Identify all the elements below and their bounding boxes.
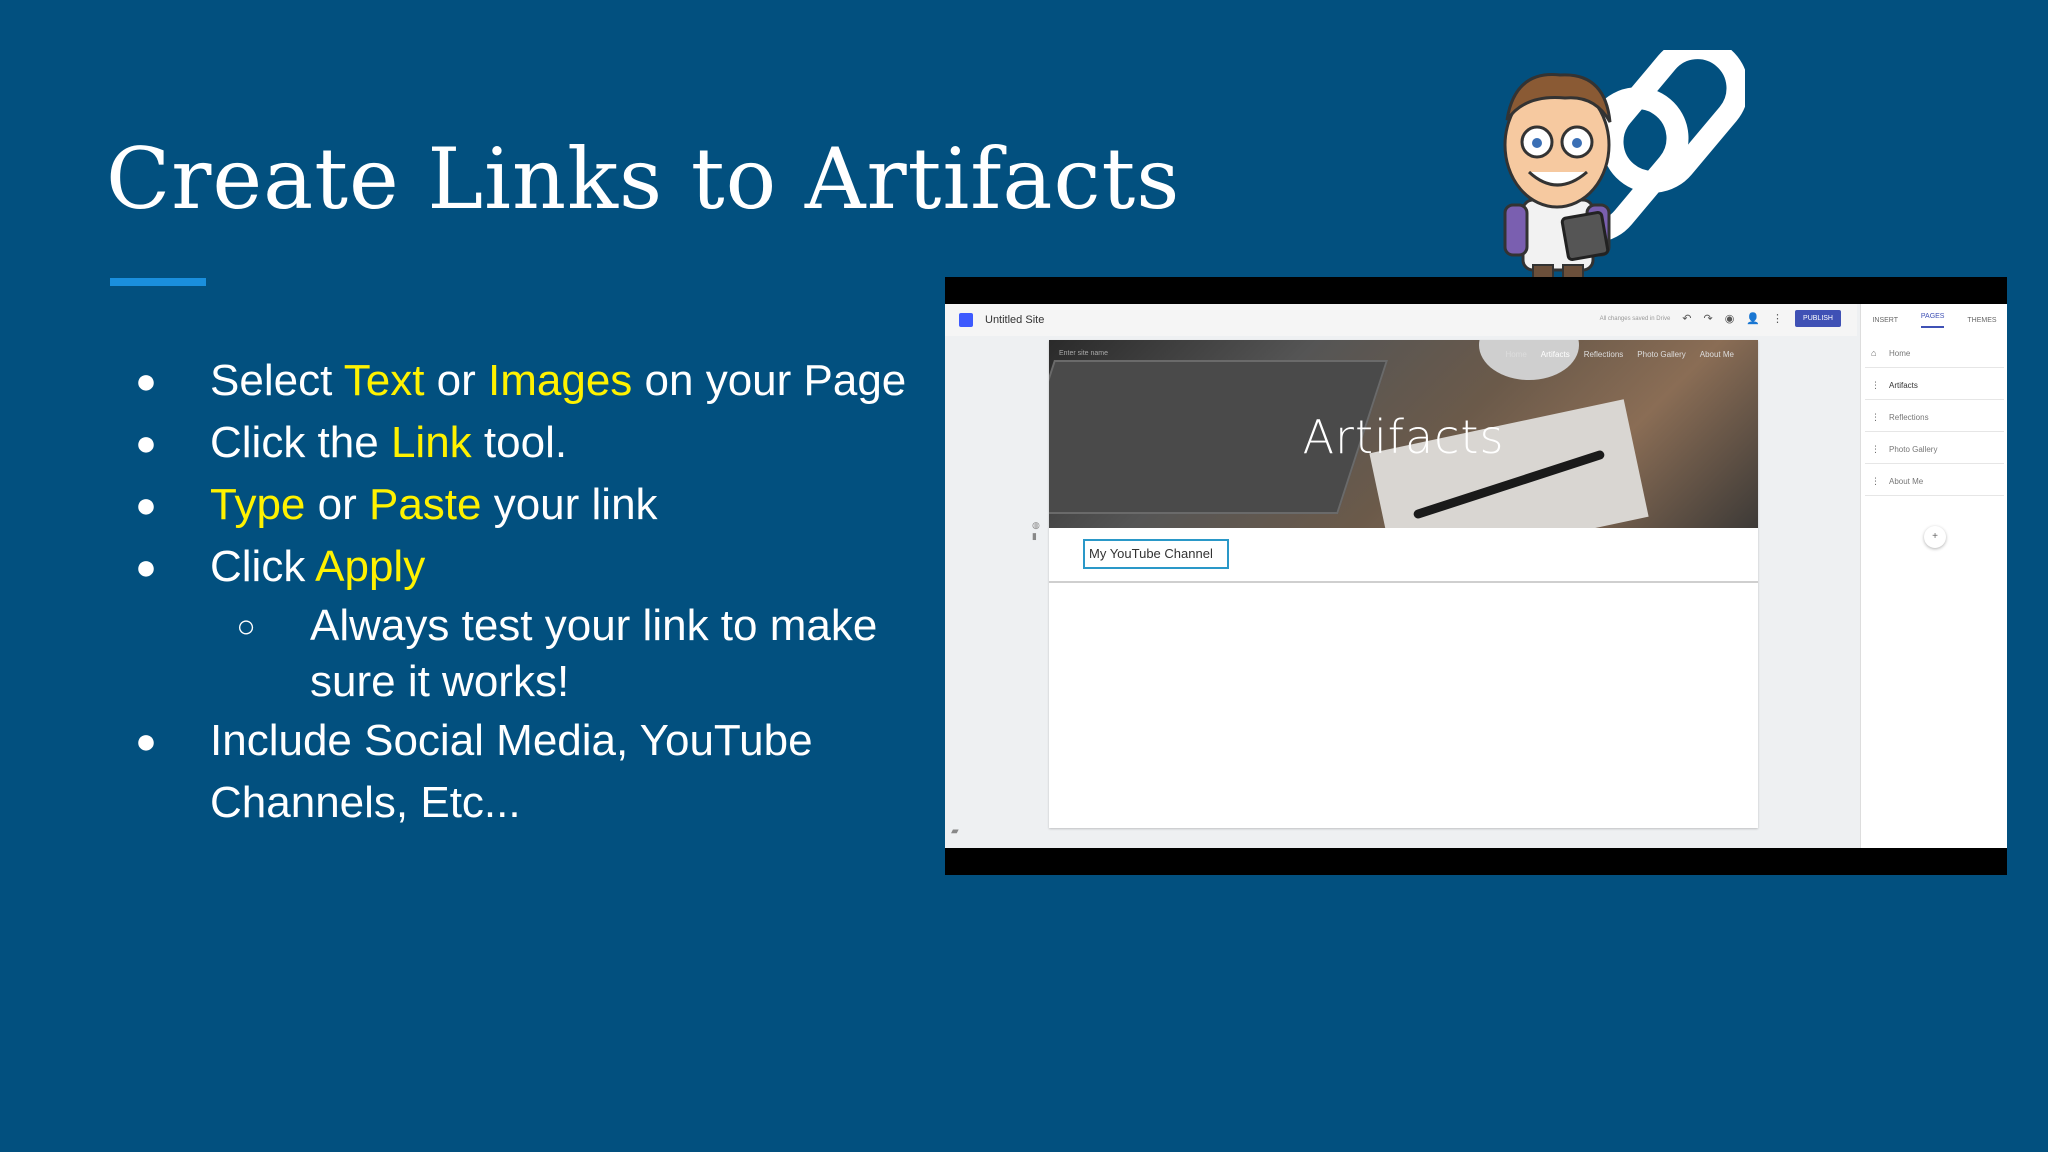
page-item-label: Photo Gallery [1889,444,1938,454]
highlighted-word: Paste [368,480,482,529]
redo-icon[interactable]: ↷ [1704,312,1713,325]
trash-icon[interactable]: ▮ [1032,531,1040,542]
bullet-dot: ● [135,484,157,525]
sub-bullet-item: ○ Always test your link to make sure it w… [130,598,940,710]
bullet-dot: ● [135,360,157,401]
bullet-text-part: Select [210,356,344,405]
page-item-artifacts[interactable]: ⋮ Artifacts [1865,371,2004,400]
save-status: All changes saved in Drive [1599,315,1671,322]
highlighted-word: Images [488,356,633,405]
sub-bullet-text: Always test your link to make sure it wo… [310,601,878,706]
bullet-text: Click the Link tool. [210,418,567,467]
bullet-item: ● Include Social Media, YouTube Channels,… [130,710,940,834]
home-icon: ⌂ [1871,348,1877,358]
section-divider [1049,581,1758,583]
drag-handle-icon[interactable]: ⋮ [1871,412,1880,423]
bullet-text: Select Text or Images on your Page [210,356,906,405]
bullet-dot: ● [135,720,157,761]
bullet-text: Click Apply [210,542,425,591]
sub-bullet-dot: ○ [236,608,256,644]
add-person-icon[interactable]: 👤 [1746,312,1760,325]
toolbar-actions: All changes saved in Drive ↶ ↷ ◉ 👤 ⋮ PUB… [1600,310,1841,327]
bullet-item: ● Type or Paste your link [130,474,940,536]
publish-button[interactable]: PUBLISH [1795,310,1841,327]
tab-insert[interactable]: INSERT [1872,317,1898,324]
nav-item-artifacts[interactable]: Artifacts [1541,350,1570,359]
mascot-illustration [1503,50,1745,288]
page-item-label: Home [1889,348,1911,358]
header-banner[interactable]: Enter site name Home Artifacts Reflectio… [1049,340,1758,528]
bullet-text-part: or [424,356,488,405]
page-item-label: About Me [1889,476,1924,486]
page-canvas: Enter site name Home Artifacts Reflectio… [1049,340,1758,828]
sites-editor: Untitled Site All changes saved in Drive… [945,304,2007,848]
site-name-placeholder[interactable]: Enter site name [1059,350,1108,357]
bullet-item: ● Click Apply [130,536,940,598]
bullet-dot: ● [135,422,157,463]
highlighted-word: Type [210,480,306,529]
bullet-dot: ● [135,546,157,587]
drag-handle-icon[interactable]: ⋮ [1871,444,1880,455]
bullet-text: Include Social Media, YouTube Channels, … [210,716,813,827]
bullet-item: ● Select Text or Images on your Page [130,350,940,412]
site-nav: Home Artifacts Reflections Photo Gallery… [1505,350,1734,359]
more-vertical-icon[interactable]: ⋮ [1772,312,1783,325]
bullet-list: ● Select Text or Images on your Page ● Cli… [130,350,940,834]
highlighted-word: Apply [315,542,426,591]
section-tools: ◍ ▮ [1032,520,1040,542]
page-item-photo-gallery[interactable]: ⋮ Photo Gallery [1865,435,2004,464]
nav-item-reflections[interactable]: Reflections [1584,350,1624,359]
tab-themes[interactable]: THEMES [1967,317,1996,324]
drag-handle-icon[interactable]: ⋮ [1871,380,1880,391]
bullet-text-part: your link [481,480,658,529]
tab-pages[interactable]: PAGES [1920,313,1945,328]
bullet-text-part: on your Page [632,356,907,405]
palette-icon[interactable]: ◍ [1032,520,1040,531]
page-item-label: Artifacts [1889,380,1918,390]
cup-shape [1479,340,1579,380]
highlighted-word: Link [390,418,472,467]
page-item-about-me[interactable]: ⋮ About Me [1865,467,2004,496]
feedback-icon[interactable]: ▰ [951,826,959,837]
site-name[interactable]: Untitled Site [985,314,1044,326]
panel-tabs: INSERT PAGES THEMES [1861,304,2007,336]
link-text-box[interactable]: My YouTube Channel [1083,539,1229,569]
page-title[interactable]: Artifacts [1049,410,1758,464]
undo-icon[interactable]: ↶ [1682,312,1691,325]
right-panel: INSERT PAGES THEMES ⌂ Home ⋮ Artifacts ⋮ Re… [1860,304,2007,848]
editor-toolbar: Untitled Site All changes saved in Drive… [945,304,1857,336]
bullet-text-part: or [305,480,369,529]
nav-item-home[interactable]: Home [1505,350,1526,359]
title-underline [110,278,206,286]
bullet-text: Type or Paste your link [210,480,658,529]
page-item-home[interactable]: ⌂ Home [1865,339,2004,368]
character-icon [1503,73,1612,288]
drag-handle-icon[interactable]: ⋮ [1871,476,1880,487]
bullet-text-part: Click [210,542,316,591]
bullet-text-part: Click the [210,418,391,467]
nav-item-photo-gallery[interactable]: Photo Gallery [1637,350,1685,359]
highlighted-word: Text [343,356,425,405]
bullet-item: ● Click the Link tool. [130,412,940,474]
page-item-reflections[interactable]: ⋮ Reflections [1865,403,2004,432]
slide-title: Create Links to Artifacts [106,130,1181,228]
page-item-label: Reflections [1889,412,1929,422]
editor-screenshot: Untitled Site All changes saved in Drive… [945,277,2007,875]
add-page-icon[interactable]: + [1924,526,1946,548]
bullet-text-part: tool. [471,418,568,467]
sites-logo-icon [959,313,973,327]
eye-icon[interactable]: ◉ [1725,312,1735,325]
nav-item-about-me[interactable]: About Me [1700,350,1734,359]
